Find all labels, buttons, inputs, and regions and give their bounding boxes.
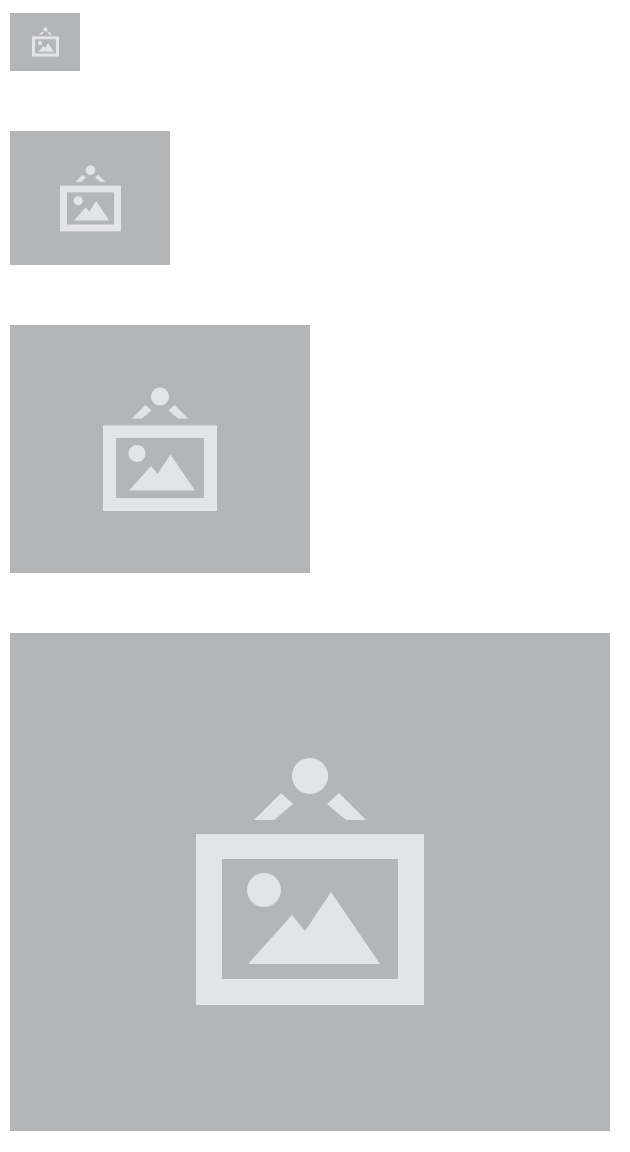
image-placeholder-icon xyxy=(32,27,59,57)
image-placeholder-icon xyxy=(60,165,121,232)
image-placeholder-medium xyxy=(10,325,310,573)
image-placeholder-icon xyxy=(103,387,217,512)
image-placeholder-xs xyxy=(10,13,80,71)
image-placeholder-large xyxy=(10,633,610,1131)
image-placeholder-icon xyxy=(196,757,424,1007)
image-placeholder-small xyxy=(10,131,170,265)
